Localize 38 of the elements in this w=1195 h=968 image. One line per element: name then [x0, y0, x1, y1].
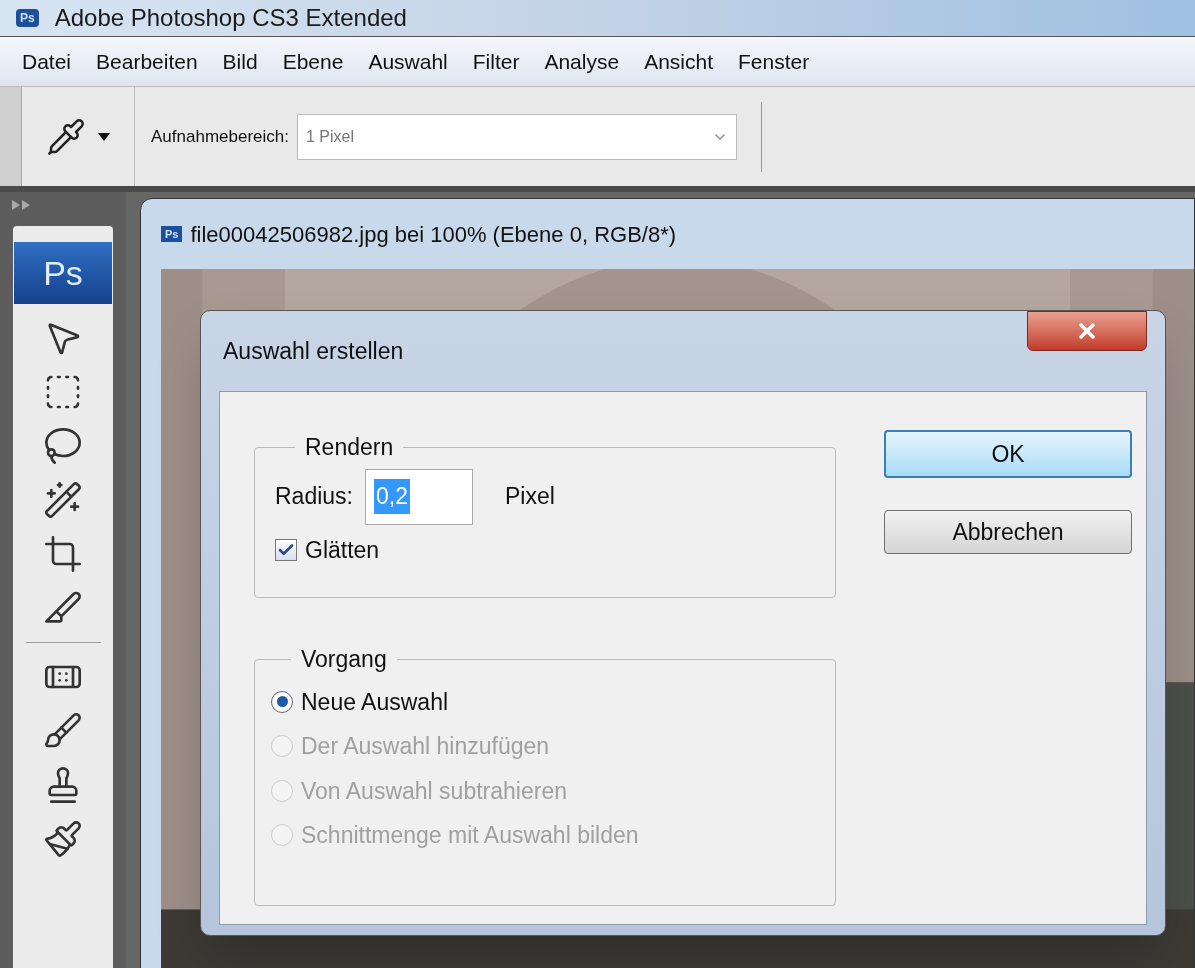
document-icon: Ps: [161, 225, 183, 243]
app-icon: Ps: [16, 9, 39, 27]
close-button[interactable]: [1027, 311, 1147, 351]
radio-button[interactable]: [271, 690, 293, 713]
menu-item[interactable]: Bild: [222, 45, 258, 78]
menu-item[interactable]: Analyse: [544, 45, 620, 78]
crop-tool-icon[interactable]: [43, 534, 83, 574]
ok-button[interactable]: OK: [884, 430, 1132, 478]
menu-item[interactable]: Bearbeiten: [96, 45, 198, 78]
radio-label: Neue Auswahl: [301, 687, 449, 717]
unit-label: Pixel: [505, 482, 555, 512]
checkbox[interactable]: [275, 538, 297, 561]
lasso-tool-icon[interactable]: [43, 426, 83, 466]
menu-item[interactable]: Auswahl: [368, 45, 448, 78]
menu-item[interactable]: Fenster: [738, 45, 810, 78]
document-title: file00042506982.jpg bei 100% (Ebene 0, RGB/8*): [190, 220, 677, 249]
panel-grip[interactable]: [0, 87, 22, 186]
radio-label: Der Auswahl hinzufügen: [301, 732, 550, 761]
radio-label: Schnittmenge mit Auswahl bilden: [301, 821, 639, 850]
group-title: Vorgang: [300, 645, 388, 674]
radius-label: Radius:: [275, 482, 353, 512]
checkbox-label: Glätten: [305, 535, 380, 565]
expand-icon[interactable]: [12, 200, 32, 210]
sample-size-dropdown[interactable]: 1 Pixel: [297, 113, 737, 160]
photoshop-logo: Ps: [14, 242, 112, 304]
caret-icon[interactable]: [98, 132, 110, 141]
magic-wand-icon[interactable]: [43, 480, 83, 520]
eyedropper-icon[interactable]: [46, 116, 86, 157]
dialog-title: Auswahl erstellen: [223, 336, 404, 366]
radio-label: Von Auswahl subtrahieren: [301, 776, 567, 806]
group-title: Rendern: [304, 433, 395, 462]
menu-item[interactable]: Ebene: [282, 45, 344, 78]
menu-item[interactable]: Datei: [22, 45, 72, 78]
cancel-button[interactable]: Abbrechen: [884, 510, 1132, 554]
menu-item[interactable]: Filter: [472, 45, 520, 78]
window-title: Adobe Photoshop CS3 Extended: [54, 3, 407, 33]
sample-size-label: Aufnahmebereich:: [151, 125, 289, 148]
menu-item[interactable]: Ansicht: [644, 45, 714, 78]
